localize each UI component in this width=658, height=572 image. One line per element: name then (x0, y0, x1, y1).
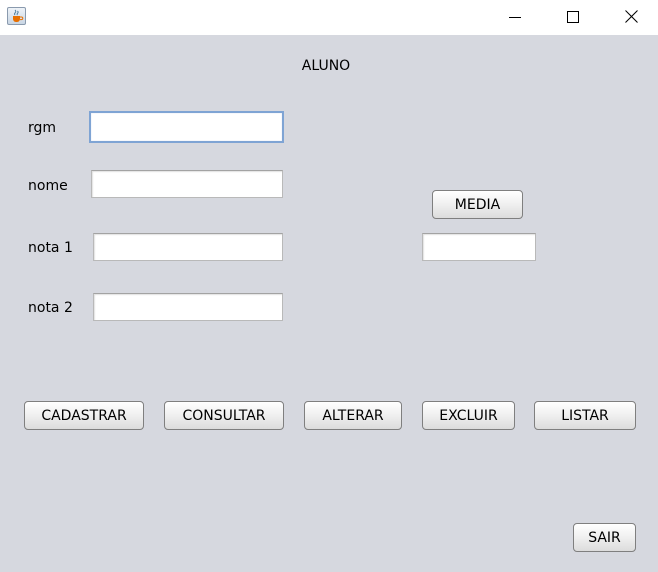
maximize-icon (567, 10, 579, 23)
minimize-button[interactable] (486, 0, 544, 33)
alterar-button[interactable]: ALTERAR (304, 401, 402, 430)
maximize-button[interactable] (544, 0, 602, 33)
nota1-label: nota 1 (28, 240, 73, 256)
cadastrar-button[interactable]: CADASTRAR (24, 401, 144, 430)
rgm-field[interactable] (89, 111, 284, 143)
java-cup-icon[interactable] (7, 7, 26, 25)
nota2-label: nota 2 (28, 300, 73, 316)
excluir-button[interactable]: EXCLUIR (422, 401, 515, 430)
form-title: ALUNO (301, 58, 351, 74)
media-result-field[interactable] (422, 233, 536, 261)
minimize-icon (509, 16, 521, 18)
rgm-label: rgm (28, 120, 57, 136)
consultar-button[interactable]: CONSULTAR (164, 401, 284, 430)
close-icon (624, 10, 638, 23)
nota1-field[interactable] (93, 233, 283, 261)
nome-field[interactable] (91, 170, 283, 198)
title-bar (0, 0, 658, 35)
media-button[interactable]: MEDIA (432, 190, 523, 219)
close-button[interactable] (602, 0, 658, 33)
sair-button[interactable]: SAIR (573, 523, 636, 552)
listar-button[interactable]: LISTAR (534, 401, 636, 430)
nota2-field[interactable] (93, 293, 283, 321)
nome-label: nome (28, 178, 68, 194)
